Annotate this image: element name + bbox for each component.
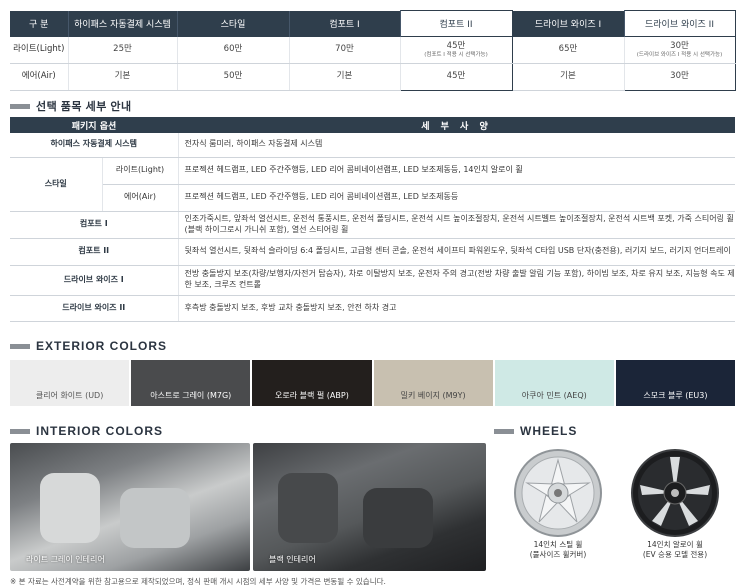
option-desc: 전방 충돌방지 보조(차량/보행자/자전거 탑승자), 차로 이탈방지 보조, … (178, 265, 735, 296)
price-row-light: 라이트(Light) 25만 60만 70만 45만 (컴포트 I 적용 시 선… (10, 36, 736, 64)
option-category: 스타일 (10, 157, 103, 212)
footnote: ※ 본 자료는 사전계약을 위한 참고용으로 제작되었으며, 정식 판매 개시 … (10, 577, 386, 586)
price-header-drivewise1: 드라이브 와이즈 I (512, 10, 625, 37)
section-bar (10, 343, 30, 349)
price-value: 30만 (670, 40, 689, 51)
price-cell-comfort2: 45만 (399, 63, 513, 91)
steel-wheel-icon (514, 449, 602, 537)
seat-shape (278, 473, 338, 543)
option-table-header: 패키지 옵션 세 부 사 양 (10, 117, 735, 133)
option-category: 컴포트 I (10, 211, 179, 239)
price-cell-drivewise2: 30만 (623, 63, 736, 91)
option-category: 하이패스 자동결제 시스템 (10, 133, 179, 158)
seat-shape (120, 488, 190, 548)
price-row-label: 에어(Air) (10, 63, 69, 91)
color-swatch-clear-white: 클리어 화이트 (UD) (10, 360, 130, 406)
option-section-title: 선택 품목 세부 안내 (10, 98, 132, 114)
price-cell: 70만 (289, 36, 401, 64)
option-desc: 전자식 룸미러, 하이패스 자동결제 시스템 (178, 133, 735, 158)
option-detail-table: 패키지 옵션 세 부 사 양 하이패스 자동결제 시스템 전자식 룸미러, 하이… (10, 117, 735, 322)
option-desc: 프로젝션 헤드램프, LED 주간주행등, LED 리어 콤비네이션램프, LE… (178, 157, 735, 185)
option-category: 드라이브 와이즈 I (10, 265, 179, 296)
price-cell-drivewise2: 30만 (드라이브 와이즈 I 적용 시 선택가능) (623, 36, 736, 64)
option-row-style-air: 에어(Air) 프로젝션 헤드램프, LED 주간주행등, LED 리어 콤비네… (10, 184, 735, 212)
color-swatch-astro-gray: 아스트로 그레이 (M7G) (131, 360, 251, 406)
price-note: (드라이브 와이즈 I 적용 시 선택가능) (636, 51, 723, 58)
price-cell-comfort2: 45만 (컴포트 I 적용 시 선택가능) (399, 36, 513, 64)
option-row-drivewise1: 드라이브 와이즈 I 전방 충돌방지 보조(차량/보행자/자전거 탑승자), 차… (10, 265, 735, 296)
alloy-wheel-icon (631, 449, 719, 537)
option-header-left: 패키지 옵션 (10, 117, 179, 133)
option-desc: 뒷좌석 열선시트, 뒷좌석 슬라이딩 6:4 폴딩시트, 고급형 센터 콘솔, … (178, 238, 735, 266)
interior-photo-light-gray: 라이트 그레이 인테리어 (10, 443, 250, 571)
option-desc: 인조가죽시트, 앞좌석 열선시트, 운전석 통풍시트, 운전석 폴딩시트, 운전… (178, 211, 735, 239)
price-cell: 50만 (177, 63, 290, 91)
price-table-header: 구 분 하이패스 자동결제 시스템 스타일 컴포트 I 컴포트 II 드라이브 … (10, 10, 736, 37)
color-swatch-aurora-black-pearl: 오로라 블랙 펄 (ABP) (252, 360, 372, 406)
option-desc-highlight: 14인치 알로이 휠 (463, 165, 523, 175)
interior-caption: 블랙 인테리어 (269, 555, 316, 564)
wheel-label: 14인치 알로이 휠 (EV 승용 모델 전용) (642, 540, 708, 559)
option-row-drivewise2: 드라이브 와이즈 II 후측방 충돌방지 보조, 후방 교차 충돌방지 보조, … (10, 295, 735, 322)
section-bar (494, 428, 514, 434)
price-row-label: 라이트(Light) (10, 36, 69, 64)
option-row-style-light: 스타일 라이트(Light) 프로젝션 헤드램프, LED 주간주행등, LED… (10, 157, 735, 212)
price-cell: 60만 (177, 36, 290, 64)
option-header-right: 세 부 사 양 (178, 117, 735, 133)
section-bar (10, 428, 30, 434)
price-header-comfort2: 컴포트 II (399, 10, 513, 37)
interior-photo-black: 블랙 인테리어 (253, 443, 486, 571)
option-category: 컴포트 II (10, 238, 179, 266)
price-cell: 기본 (289, 63, 401, 91)
price-note: (컴포트 I 적용 시 선택가능) (424, 51, 488, 58)
price-row-air: 에어(Air) 기본 50만 기본 45만 기본 30만 (10, 63, 736, 91)
interior-section-title: INTERIOR COLORS (10, 424, 163, 438)
option-row-comfort1: 컴포트 I 인조가죽시트, 앞좌석 열선시트, 운전석 통풍시트, 운전석 폴딩… (10, 211, 735, 239)
option-subcategory: 에어(Air) (102, 184, 179, 212)
price-header-style: 스타일 (177, 10, 290, 37)
price-value: 45만 (446, 40, 466, 51)
color-swatch-milky-beige: 밀키 베이지 (M9Y) (373, 360, 493, 406)
option-row-comfort2: 컴포트 II 뒷좌석 열선시트, 뒷좌석 슬라이딩 6:4 폴딩시트, 고급형 … (10, 238, 735, 266)
price-header-drivewise2: 드라이브 와이즈 II (623, 10, 736, 37)
color-swatch-aqua-mint: 아쿠아 민트 (AEQ) (494, 360, 614, 406)
color-swatch-smoke-blue: 스모크 블루 (EU3) (615, 360, 736, 406)
price-header-hipass: 하이패스 자동결제 시스템 (68, 10, 178, 37)
interior-caption: 라이트 그레이 인테리어 (26, 555, 105, 564)
exterior-section-title: EXTERIOR COLORS (10, 339, 167, 353)
price-header-category: 구 분 (10, 10, 69, 37)
price-cell: 65만 (512, 36, 625, 64)
option-desc: 프로젝션 헤드램프, LED 주간주행등, LED 리어 콤비네이션램프, LE… (178, 184, 735, 212)
option-desc: 후측방 충돌방지 보조, 후방 교차 충돌방지 보조, 안전 하차 경고 (178, 295, 735, 322)
package-price-table: 구 분 하이패스 자동결제 시스템 스타일 컴포트 I 컴포트 II 드라이브 … (10, 10, 736, 91)
section-bar (10, 103, 30, 109)
wheel-alloy: 14인치 알로이 휠 (EV 승용 모델 전용) (630, 448, 720, 560)
wheel-label: 14인치 스틸 휠 (풀사이즈 휠커버) (529, 540, 587, 559)
price-cell: 25만 (68, 36, 178, 64)
wheels-section-title: WHEELS (494, 424, 577, 438)
option-subcategory: 라이트(Light) (102, 157, 179, 185)
option-category: 드라이브 와이즈 II (10, 295, 179, 322)
price-cell: 기본 (512, 63, 625, 91)
seat-shape (40, 473, 100, 543)
price-cell: 기본 (68, 63, 178, 91)
price-header-comfort1: 컴포트 I (289, 10, 401, 37)
exterior-color-swatches: 클리어 화이트 (UD) 아스트로 그레이 (M7G) 오로라 블랙 펄 (AB… (10, 360, 736, 406)
option-row-hipass: 하이패스 자동결제 시스템 전자식 룸미러, 하이패스 자동결제 시스템 (10, 133, 735, 158)
seat-shape (363, 488, 433, 548)
wheel-steel: 14인치 스틸 휠 (풀사이즈 휠커버) (513, 448, 603, 560)
